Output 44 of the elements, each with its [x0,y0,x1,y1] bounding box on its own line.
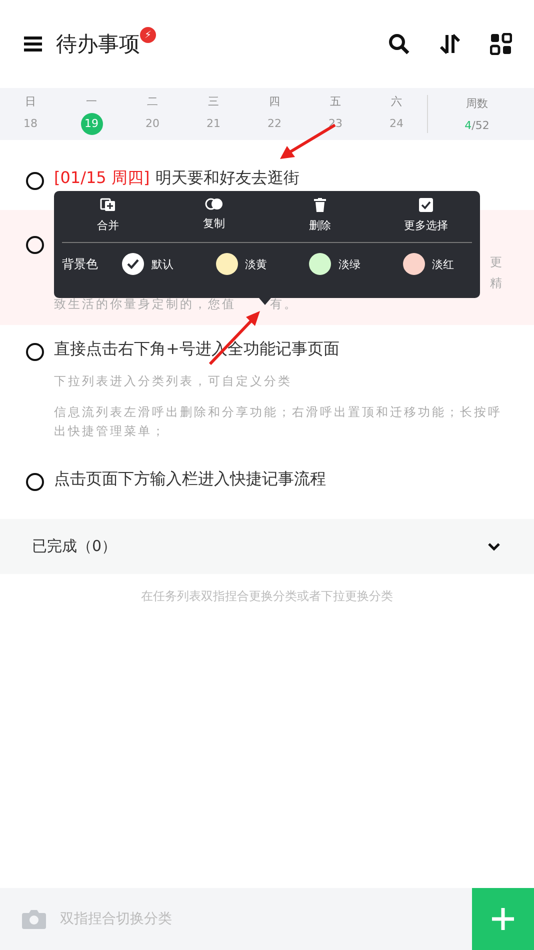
chevron-icon [488,542,500,550]
task-note: 下拉列表进入分类列表，可自定义分类 [54,373,293,390]
weekday-label: 二 [147,94,158,108]
menu-action[interactable]: 删除 [274,197,366,234]
weekday-label: 一 [86,94,97,108]
plus-icon [490,906,516,932]
menu-action[interactable]: 更多选择 [380,197,472,234]
task-note: 有。 [270,296,298,313]
week-label: 周数 [466,96,488,111]
task-checkbox[interactable] [26,473,44,491]
task-checkbox[interactable] [26,343,44,361]
trash-icon [314,198,326,212]
page-title: 待办事项 [56,31,140,58]
task-checkbox[interactable] [26,236,44,254]
task-note: 精 [490,275,504,292]
hint-text: 在任务列表双指捏合更换分类或者下拉更换分类 [140,588,394,605]
color-option[interactable]: 默认 [104,253,192,275]
task-checkbox[interactable] [26,172,44,190]
menu-icon[interactable] [24,36,42,52]
task-note: 致生活的你量身定制的，您值 [54,296,236,313]
merge-icon [100,198,116,212]
grid-icon[interactable] [490,33,512,55]
menu-action[interactable]: 复制 [168,197,260,234]
color-option[interactable]: 淡黄 [198,253,285,275]
weekday-label: 三 [208,94,219,108]
badge: ⚡ [140,27,156,43]
week-count: 4/52 [464,119,490,132]
toggle-icon [205,198,223,210]
menu-action[interactable]: 合并 [62,197,154,234]
color-option[interactable]: 淡绿 [291,253,378,275]
task-title[interactable]: 点击页面下方输入栏进入快捷记事流程 [54,469,504,490]
weekday-label: 日 [25,94,36,108]
completed-section[interactable]: 已完成（0） [0,519,534,574]
weekday-label: 五 [330,94,341,108]
color-label: 背景色 [62,256,98,272]
weekday-label: 四 [269,94,280,108]
task-note: 更 [490,254,504,271]
search-icon[interactable] [388,33,410,55]
weekday-label: 六 [391,94,402,108]
sort-icon[interactable] [440,33,460,55]
task-note: 信息流列表左滑呼出删除和分享功能；右滑呼出置顶和迁移功能；长按呼出快捷管理菜单； [54,404,503,440]
checkbox-icon [419,198,433,212]
task-title[interactable]: [01/15 周四] 明天要和好友去逛街 [54,168,504,189]
color-option[interactable]: 淡红 [384,253,472,275]
